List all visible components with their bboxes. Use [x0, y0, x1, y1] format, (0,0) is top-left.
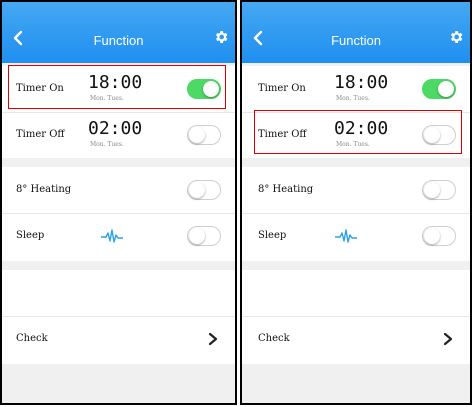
sleep-toggle[interactable]: [422, 226, 456, 246]
header: Function: [242, 2, 470, 63]
chevron-right-icon[interactable]: [442, 332, 454, 346]
timer-off-toggle[interactable]: [187, 125, 221, 145]
page-title: Function: [93, 33, 144, 48]
gear-icon[interactable]: [448, 29, 464, 45]
sleep-toggle[interactable]: [187, 226, 221, 246]
timer-off-label: Timer Off: [16, 129, 65, 140]
empty-row: [242, 270, 470, 316]
toggle-knob: [424, 228, 440, 244]
toggle-knob: [189, 182, 205, 198]
toggle-knob: [189, 127, 205, 143]
sleep-row[interactable]: Sleep: [2, 213, 235, 259]
check-label: Check: [16, 333, 48, 344]
page-title: Function: [331, 33, 381, 48]
check-row[interactable]: Check: [242, 316, 470, 362]
header: Function: [2, 2, 235, 63]
heating-toggle[interactable]: [187, 180, 221, 200]
heating-toggle[interactable]: [422, 180, 456, 200]
highlight-box: [254, 110, 462, 154]
timer-off-days: Mon. Tues.: [90, 141, 124, 148]
toggle-knob: [438, 81, 454, 97]
timer-off-row[interactable]: Timer Off 02:00 Mon. Tues.: [2, 112, 235, 158]
toggle-knob: [424, 182, 440, 198]
highlight-box: [8, 65, 226, 109]
toggle-knob: [189, 228, 205, 244]
check-group: Check: [2, 270, 235, 364]
sleep-label: Sleep: [258, 230, 287, 241]
heating-label: 8° Heating: [16, 184, 72, 195]
timer-on-row[interactable]: Timer On 18:00 Mon. Tues.: [242, 66, 470, 112]
empty-row: [2, 270, 235, 316]
check-group: Check: [242, 270, 470, 364]
sleep-label: Sleep: [16, 230, 45, 241]
phone-screen-left: Function Timer On 18:00 Mon. Tues. Timer…: [0, 0, 237, 405]
check-label: Check: [258, 333, 290, 344]
chevron-right-icon[interactable]: [207, 332, 219, 346]
heating-row[interactable]: 8° Heating: [242, 167, 470, 213]
sleep-row[interactable]: Sleep: [242, 213, 470, 259]
phone-screen-right: Function Timer On 18:00 Mon. Tues. Timer…: [240, 0, 472, 405]
timer-off-time[interactable]: 02:00: [88, 118, 142, 139]
heating-row[interactable]: 8° Heating: [2, 167, 235, 213]
sleep-wave-icon: [101, 229, 123, 243]
sleep-wave-icon: [335, 229, 357, 243]
mode-group: 8° Heating Sleep: [2, 167, 235, 261]
timer-on-toggle[interactable]: [422, 79, 456, 99]
timer-on-days: Mon. Tues.: [336, 95, 370, 102]
screens: Function Timer On 18:00 Mon. Tues. Timer…: [0, 0, 472, 407]
mode-group: 8° Heating Sleep: [242, 167, 470, 261]
gear-icon[interactable]: [213, 29, 229, 45]
timer-on-time[interactable]: 18:00: [334, 72, 388, 93]
check-row[interactable]: Check: [2, 316, 235, 362]
heating-label: 8° Heating: [258, 184, 314, 195]
timer-on-label: Timer On: [258, 83, 306, 94]
